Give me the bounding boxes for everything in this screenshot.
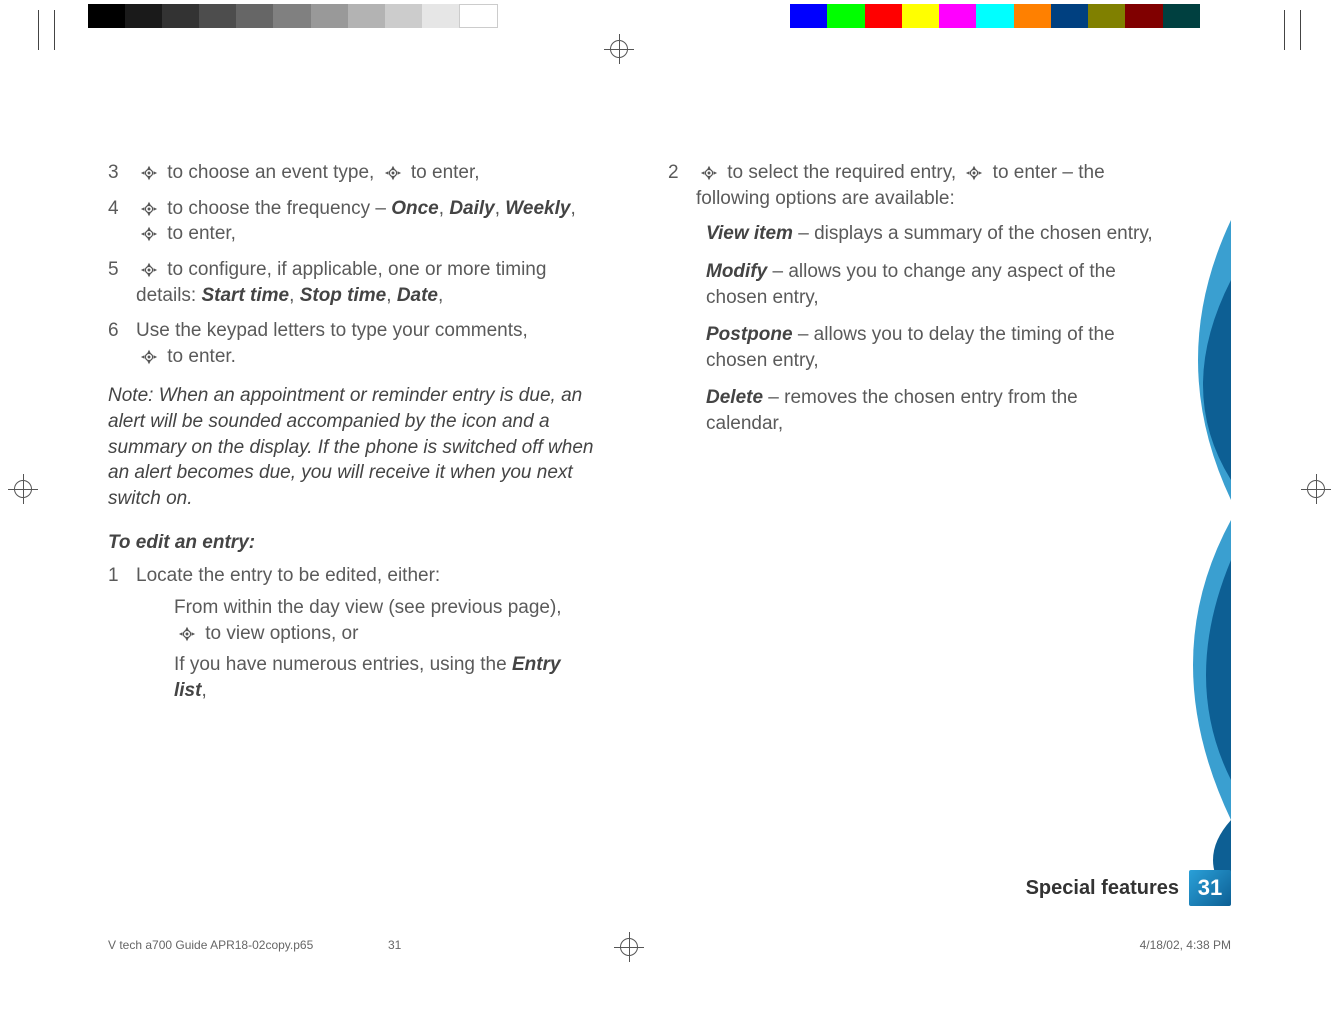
options-list: View item – displays a summary of the ch… — [668, 221, 1158, 436]
option-delete: Delete – removes the chosen entry from t… — [706, 385, 1158, 436]
option-postpone: Postpone – allows you to delay the timin… — [706, 322, 1158, 373]
print-datetime: 4/18/02, 4:38 PM — [1140, 938, 1231, 952]
nav-key-icon — [138, 348, 160, 366]
edit-step-2: 2 to select the required entry, to enter… — [668, 160, 1158, 211]
crop-mark — [38, 10, 39, 50]
registration-mark-icon — [610, 40, 628, 58]
nav-key-icon — [382, 164, 404, 182]
sheet-number: 31 — [388, 938, 401, 952]
nav-key-icon — [698, 164, 720, 182]
print-metadata: V tech a700 Guide APR18-02copy.p65 31 4/… — [108, 938, 1231, 952]
page-number-badge: 31 — [1189, 870, 1231, 906]
right-column: 2 to select the required entry, to enter… — [668, 160, 1158, 720]
step-3: 3 to choose an event type, to enter, — [108, 160, 598, 186]
option-modify: Modify – allows you to change any aspect… — [706, 259, 1158, 310]
edit-sub-option: From within the day view (see previous p… — [174, 595, 598, 646]
crop-mark — [1284, 10, 1285, 50]
registration-mark-icon — [14, 480, 32, 498]
nav-key-icon — [138, 200, 160, 218]
edit-sub-option: If you have numerous entries, using the … — [174, 652, 598, 703]
registration-mark-icon — [1307, 480, 1325, 498]
left-column: 3 to choose an event type, to enter, 4 t… — [108, 160, 598, 720]
option-view-item: View item – displays a summary of the ch… — [706, 221, 1158, 247]
page-content: 3 to choose an event type, to enter, 4 t… — [108, 160, 1158, 720]
page-footer: Special features 31 — [108, 870, 1231, 906]
nav-key-icon — [138, 261, 160, 279]
step-5: 5 to configure, if applicable, one or mo… — [108, 257, 598, 308]
crop-mark — [1300, 10, 1301, 50]
color-calibration-strip — [790, 4, 1200, 28]
nav-key-icon — [138, 225, 160, 243]
section-title: Special features — [1026, 877, 1179, 900]
crop-mark — [54, 10, 55, 50]
step-6: 6 Use the keypad letters to type your co… — [108, 318, 598, 369]
edit-entry-heading: To edit an entry: — [108, 530, 598, 556]
grayscale-calibration-strip — [88, 4, 498, 28]
nav-key-icon — [963, 164, 985, 182]
note-text: Note: When an appointment or reminder en… — [108, 383, 598, 511]
edit-step-1: 1 Locate the entry to be edited, either:… — [108, 563, 598, 709]
decorative-swoosh — [1145, 220, 1231, 900]
step-4: 4 to choose the frequency – Once, Daily,… — [108, 196, 598, 247]
nav-key-icon — [176, 625, 198, 643]
source-file: V tech a700 Guide APR18-02copy.p65 — [108, 938, 313, 952]
nav-key-icon — [138, 164, 160, 182]
